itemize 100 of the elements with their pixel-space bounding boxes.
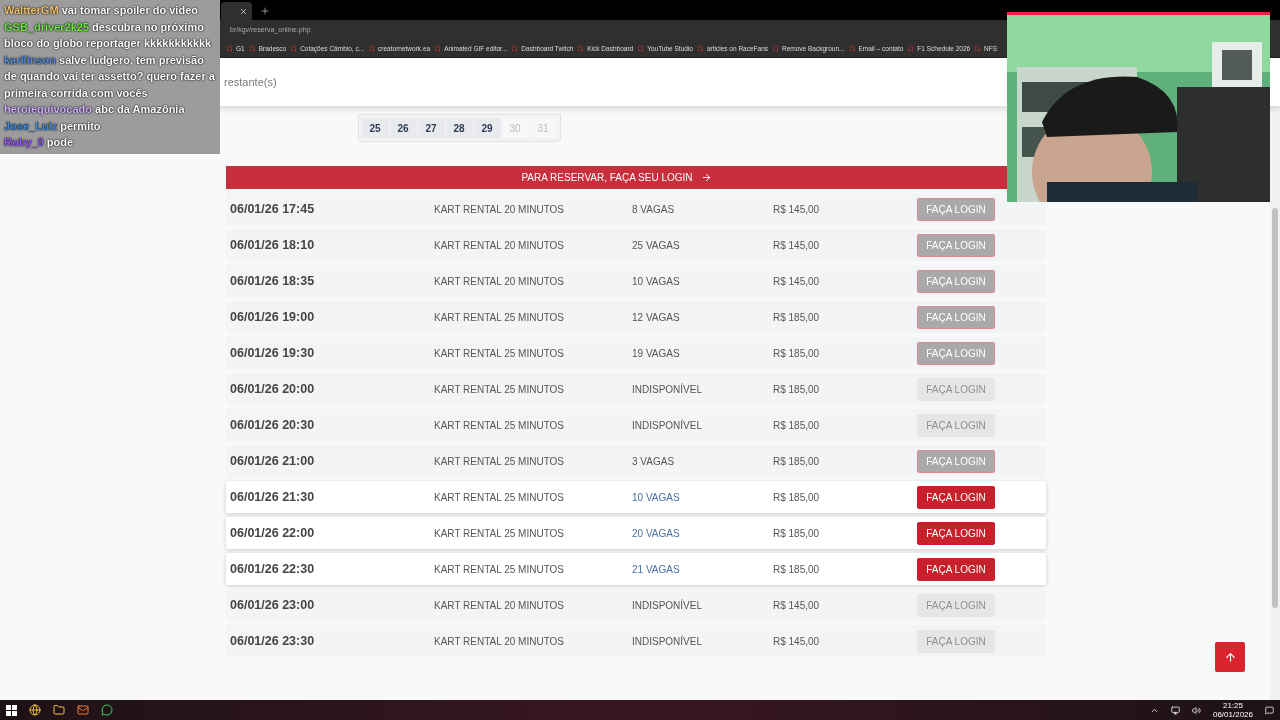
calendar-day[interactable]: 26: [389, 118, 417, 138]
arrow-up-icon: [1223, 650, 1237, 664]
session-name: KART RENTAL 25 MINUTOS: [434, 346, 566, 361]
bookmark-icon: [290, 45, 298, 52]
network-icon[interactable]: [1170, 705, 1180, 715]
session-time: 06/01/26 18:35: [229, 272, 316, 290]
session-time: 06/01/26 21:30: [229, 488, 316, 506]
session-name: KART RENTAL 25 MINUTOS: [434, 490, 566, 505]
session-price: R$ 145,00: [773, 238, 821, 253]
calendar-day: 30: [501, 118, 529, 138]
calendar-day[interactable]: 28: [445, 118, 473, 138]
session-name: KART RENTAL 20 MINUTOS: [434, 238, 566, 253]
session-time: 06/01/26 23:00: [229, 596, 316, 614]
bookmark-icon: [974, 45, 982, 52]
session-time: 06/01/26 18:10: [229, 236, 316, 254]
session-time: 06/01/26 23:30: [229, 632, 316, 650]
chat-message: WaltterGM vai tomar spoiler do video: [4, 3, 199, 18]
session-time: 06/01/26 20:00: [229, 380, 316, 398]
session-time: 06/01/26 22:00: [229, 524, 316, 542]
mail-icon[interactable]: [77, 704, 89, 716]
session-price: R$ 185,00: [773, 562, 821, 577]
spots-available: 25 VAGAS: [632, 238, 681, 253]
session-time: 06/01/26 22:30: [229, 560, 316, 578]
spots-available: 19 VAGAS: [632, 346, 681, 361]
folder-icon[interactable]: [53, 704, 65, 716]
bookmark-icon: [511, 45, 519, 52]
session-name: KART RENTAL 25 MINUTOS: [434, 418, 566, 433]
chat-username: Ruby_0: [4, 136, 44, 148]
spots-available: INDISPONÍVEL: [632, 634, 704, 649]
arrow-right-icon: [700, 172, 712, 183]
session-price: R$ 185,00: [773, 490, 821, 505]
spots-available: 20 VAGAS: [632, 526, 681, 541]
bookmark-icon: [577, 45, 585, 52]
calendar-day[interactable]: 25: [361, 118, 389, 138]
chat-username: karllinson: [4, 53, 56, 66]
bookmark-icon: [696, 45, 704, 52]
bookmark-icon: [248, 45, 256, 52]
spots-available: INDISPONÍVEL: [632, 418, 704, 433]
session-name: KART RENTAL 25 MINUTOS: [434, 526, 566, 541]
session-time: 06/01/26 20:30: [229, 416, 316, 434]
chat-username: Jose_Luiz: [4, 119, 58, 132]
bookmark-icon: [848, 45, 856, 52]
session-name: KART RENTAL 20 MINUTOS: [434, 202, 566, 217]
clock-time: 21:25: [1222, 701, 1243, 710]
bookmark-icon: [434, 45, 442, 52]
chat-username: GSB_driver2k25: [4, 20, 89, 33]
session-name: KART RENTAL 25 MINUTOS: [434, 310, 566, 325]
calendar-day[interactable]: 27: [417, 118, 445, 138]
scroll-top-button[interactable]: [1215, 642, 1245, 672]
session-name: KART RENTAL 25 MINUTOS: [434, 562, 566, 577]
session-price: R$ 185,00: [773, 454, 821, 469]
session-price: R$ 145,00: [773, 634, 821, 649]
session-price: R$ 185,00: [773, 418, 821, 433]
clock-date: 06/01/2026: [1212, 710, 1253, 719]
chat-message: Ruby_0 pode: [4, 135, 75, 150]
spots-available: 8 VAGAS: [632, 202, 676, 217]
login-banner[interactable]: PARA RESERVAR, FAÇA SEU LOGIN: [226, 166, 1007, 189]
spots-available: INDISPONÍVEL: [632, 382, 704, 397]
session-time: 06/01/26 19:00: [229, 308, 316, 326]
calendar-day[interactable]: 29: [473, 118, 501, 138]
session-name: KART RENTAL 25 MINUTOS: [434, 454, 566, 469]
spots-available: 3 VAGAS: [632, 454, 676, 469]
session-name: KART RENTAL 20 MINUTOS: [434, 274, 566, 289]
session-name: KART RENTAL 25 MINUTOS: [434, 382, 566, 397]
chat-username: WaltterGM: [4, 4, 59, 16]
scrollbar-thumb[interactable]: [1272, 208, 1278, 608]
session-time: 06/01/26 17:45: [229, 200, 316, 218]
windows-icon[interactable]: [6, 704, 17, 716]
chat-username: heroiequivocado: [4, 103, 93, 115]
chat-message: Jose_Luiz permito: [4, 118, 102, 134]
chat-message: heroiequivocado abc da Amazônia: [4, 102, 186, 117]
session-name: KART RENTAL 20 MINUTOS: [434, 634, 566, 649]
login-button[interactable]: FAÇA LOGIN: [917, 521, 995, 545]
login-button[interactable]: FAÇA LOGIN: [917, 485, 995, 509]
notifications-icon[interactable]: [1265, 705, 1274, 715]
calendar-day: 31: [529, 118, 557, 138]
spots-available: 10 VAGAS: [632, 490, 681, 505]
new-tab-icon[interactable]: [260, 6, 270, 16]
spots-available: 10 VAGAS: [632, 274, 681, 289]
session-time: 06/01/26 21:00: [229, 452, 316, 470]
bookmark-icon: [368, 45, 376, 52]
inactivity-notice: restante(s): [224, 74, 277, 90]
session-time: 06/01/26 19:30: [229, 344, 316, 362]
bookmark-icon: [226, 45, 233, 52]
spots-available: INDISPONÍVEL: [632, 598, 704, 613]
bookmark-icon: [772, 45, 779, 52]
session-price: R$ 145,00: [773, 202, 821, 217]
session-price: R$ 145,00: [773, 274, 821, 289]
close-icon[interactable]: [239, 6, 248, 16]
login-button[interactable]: FAÇA LOGIN: [917, 557, 995, 581]
bookmark-icon: [637, 45, 645, 52]
session-price: R$ 185,00: [773, 382, 821, 397]
session-name: KART RENTAL 20 MINUTOS: [434, 598, 566, 613]
session-price: R$ 185,00: [773, 346, 821, 361]
session-price: R$ 145,00: [773, 598, 821, 613]
browser-icon[interactable]: [29, 704, 41, 716]
session-price: R$ 185,00: [773, 526, 821, 541]
spots-available: 21 VAGAS: [632, 562, 681, 577]
chat-icon[interactable]: [101, 704, 113, 716]
volume-icon[interactable]: [1191, 705, 1201, 715]
